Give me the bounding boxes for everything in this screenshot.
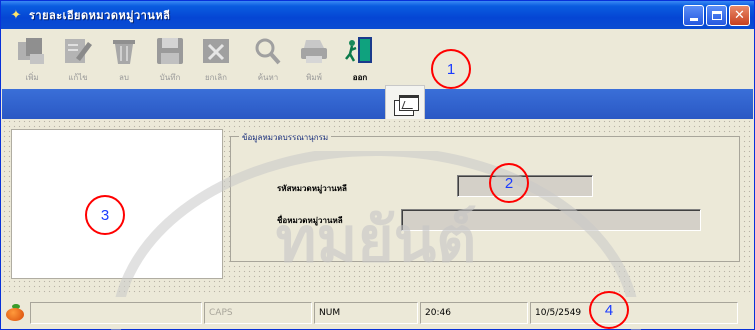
category-details-group: ข้อมูลหมวดบรรณานุกรม รหัสหมวดหมู่วานหลี …: [230, 131, 740, 262]
toolbar-edit-label: แก้ไข: [68, 73, 88, 82]
status-time: 20:46: [420, 302, 528, 324]
title-bar[interactable]: ✦ รายละเอียดหมวดหมู่วานหลี ✕: [1, 1, 754, 29]
window-front-shape: [399, 95, 419, 111]
toolbar-search-label: ค้นหา: [257, 73, 279, 82]
toolbar-exit-label: ออก: [352, 73, 368, 82]
app-icon: ✦: [10, 7, 22, 23]
callout-4: 4: [589, 291, 629, 329]
header-band: [2, 89, 753, 119]
delete-trash-icon: [107, 35, 141, 67]
cancel-icon: [199, 35, 233, 67]
printer-icon: [297, 35, 331, 67]
toolbar-print-button[interactable]: พิมพ์: [292, 35, 336, 84]
toolbar-add-button[interactable]: เพิ่ม: [10, 35, 54, 84]
edit-record-icon: [61, 35, 95, 67]
toolbar-cancel-button[interactable]: ยกเลิก: [194, 35, 238, 84]
toolbar-save-label: บันทึก: [159, 73, 181, 82]
maximize-button[interactable]: [706, 5, 727, 26]
close-button[interactable]: ✕: [729, 5, 750, 26]
minimize-button[interactable]: [683, 5, 704, 26]
window-controls: ✕: [683, 5, 750, 26]
toolbar-save-button[interactable]: บันทึก: [148, 35, 192, 84]
save-disk-icon: [153, 35, 187, 67]
toolbar-cancel-label: ยกเลิก: [204, 73, 227, 82]
minimize-icon: [689, 18, 698, 21]
toolbar-delete-button[interactable]: ลบ: [102, 35, 146, 84]
close-icon: ✕: [734, 8, 745, 23]
add-record-icon: [15, 35, 49, 67]
category-name-field[interactable]: [401, 209, 701, 231]
group-title: ข้อมูลหมวดบรรณานุกรม: [239, 131, 332, 144]
window-title: รายละเอียดหมวดหมู่วานหลี: [29, 9, 171, 22]
toolbar-delete-label: ลบ: [119, 73, 129, 82]
callout-2: 2: [489, 163, 529, 203]
status-date: 10/5/2549: [530, 302, 738, 324]
status-num-indicator: NUM: [314, 302, 418, 324]
search-magnifier-icon: [251, 35, 285, 67]
callout-3: 3: [85, 195, 125, 235]
toolbar-edit-button[interactable]: แก้ไข: [56, 35, 100, 84]
toolbar-print-label: พิมพ์: [306, 73, 322, 82]
toolbar-add-label: เพิ่ม: [25, 73, 39, 82]
status-bar: CAPS NUM 20:46 10/5/2549: [2, 297, 753, 329]
maximize-icon: [711, 11, 722, 20]
orange-fruit-icon: [4, 304, 26, 322]
status-message-cell: [30, 302, 202, 324]
status-caps-indicator: CAPS: [204, 302, 312, 324]
exit-door-icon: [343, 35, 377, 67]
toolbar: เพิ่ม แก้ไข ลบ บันทึก ยกเลิก ค้นหา พิมพ์…: [2, 29, 753, 89]
fruit-body: [6, 308, 24, 321]
toolbar-search-button[interactable]: ค้นหา: [246, 35, 290, 84]
toolbar-exit-button[interactable]: ออก: [338, 35, 382, 84]
application-window: ✦ รายละเอียดหมวดหมู่วานหลี ✕ เพิ่ม แก้ไข…: [0, 0, 755, 330]
callout-1: 1: [431, 49, 471, 89]
category-name-label: ชื่อหมวดหมู่วานหลี: [277, 216, 343, 225]
category-code-label: รหัสหมวดหมู่วานหลี: [277, 184, 347, 193]
